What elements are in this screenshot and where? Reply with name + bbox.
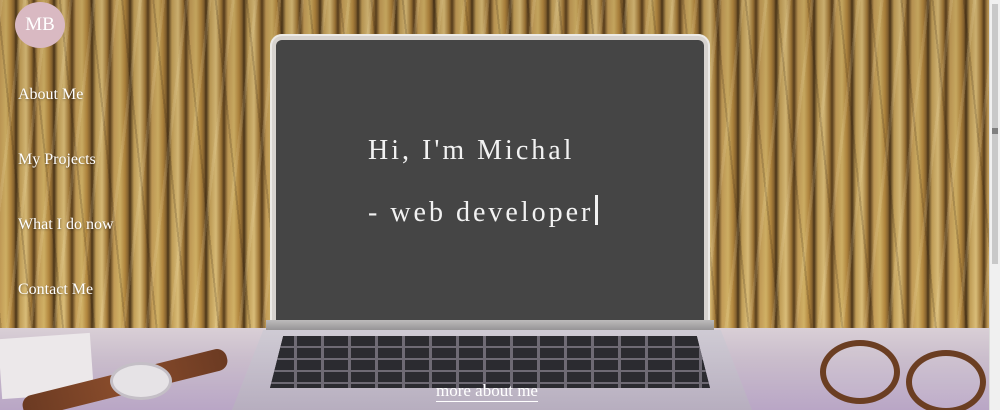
hero-headline: Hi, I'm Michal - web developer [368,120,599,244]
side-nav: MB About Me My Projects What I do now Co… [0,0,130,330]
nav-link-what-i-do-now[interactable]: What I do now [18,216,114,234]
nav-link-my-projects[interactable]: My Projects [18,151,96,169]
logo[interactable]: MB [15,2,65,48]
nav-link-contact-me[interactable]: Contact Me [18,281,93,299]
hero-greeting: Hi, I'm Michal [368,135,575,166]
scrollbar-grip-icon [992,128,998,134]
glasses-icon [798,336,989,410]
hero-role: - web developer [368,182,599,244]
scrollbar-thumb[interactable] [992,4,998,264]
nav-link-about-me[interactable]: About Me [18,86,83,104]
typing-cursor [595,195,599,225]
more-about-me-link[interactable]: more about me [436,381,538,402]
hero-role-text: - web developer [368,197,594,228]
watch-icon [110,362,172,400]
hero-section: Hi, I'm Michal - web developer MB About … [0,0,989,410]
vertical-scrollbar[interactable] [989,0,1000,410]
